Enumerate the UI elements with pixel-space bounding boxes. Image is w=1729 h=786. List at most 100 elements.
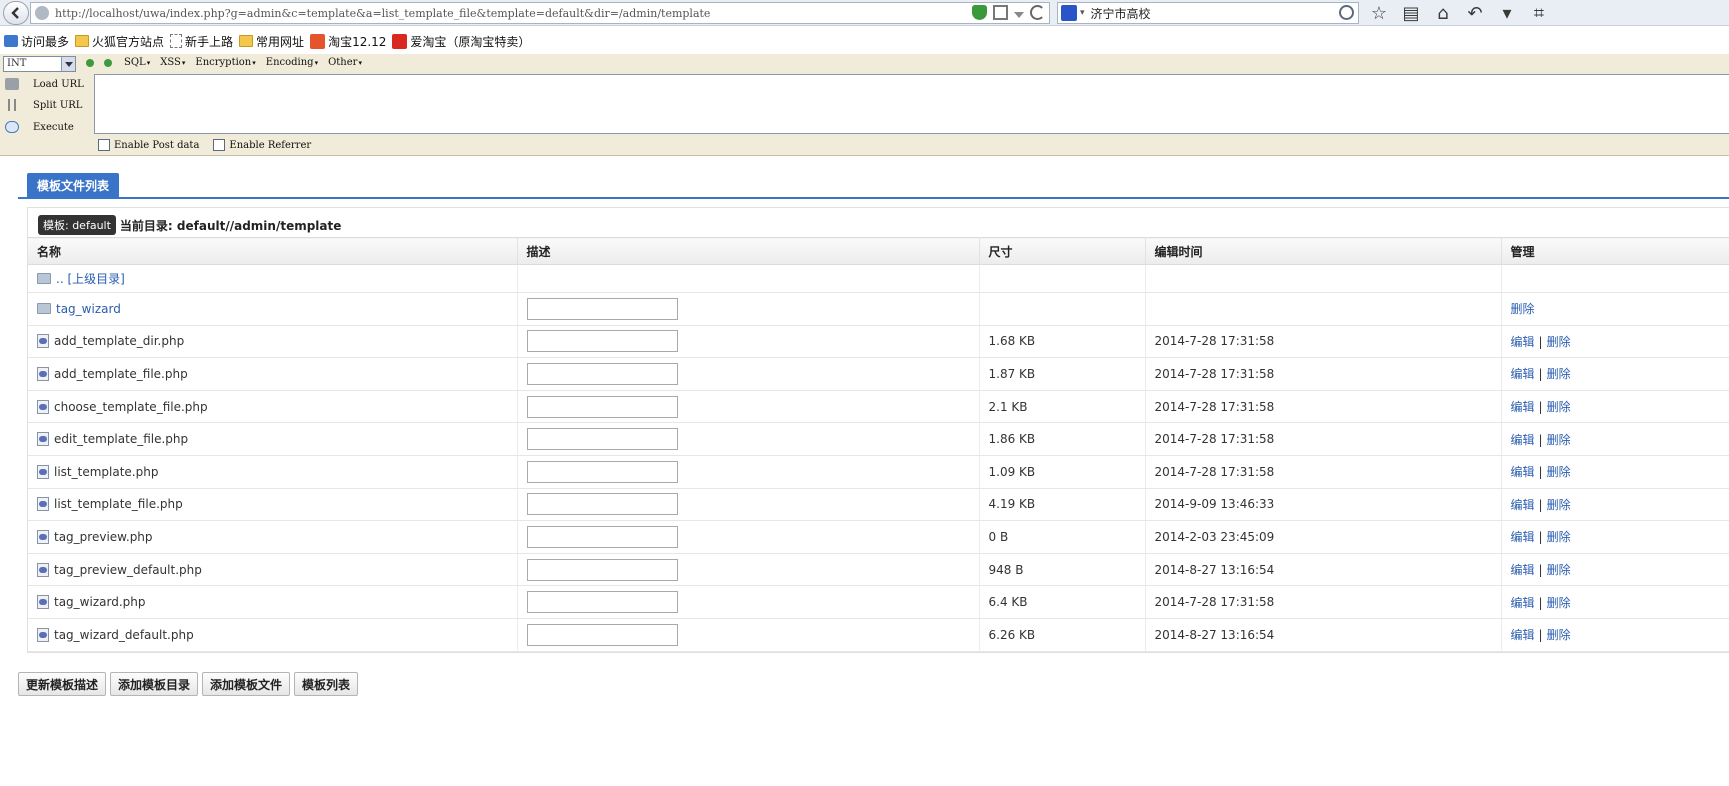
edit-link[interactable]: 编辑 [1511, 596, 1535, 610]
description-input[interactable] [526, 460, 678, 483]
magnifier-icon[interactable] [1339, 5, 1354, 20]
url-text[interactable]: http://localhost/uwa/index.php?g=admin&c… [55, 7, 710, 20]
description-input[interactable] [526, 623, 678, 646]
php-file-icon [37, 529, 49, 544]
manage-cell [1501, 264, 1729, 293]
size-cell: 1.68 KB [979, 325, 1146, 359]
search-engine-icon[interactable] [1061, 5, 1077, 21]
description-input[interactable] [526, 330, 678, 353]
bookmark-taobao[interactable]: 淘宝12.12 [310, 33, 386, 50]
file-name[interactable]: tag_wizard [56, 302, 121, 316]
separator: | [1538, 497, 1543, 512]
edit-link[interactable]: 编辑 [1511, 498, 1535, 512]
current-directory: 当前目录: default//admin/template [119, 218, 342, 233]
parent-dir-link[interactable]: .. [上级目录] [56, 270, 125, 287]
search-input[interactable]: 济宁市高校 [1091, 5, 1151, 22]
bookmark-getting-started[interactable]: 新手上路 [170, 33, 233, 50]
description-input[interactable] [526, 591, 678, 614]
column-edit-time: 编辑时间 [1145, 237, 1502, 265]
delete-link[interactable]: 删除 [1547, 628, 1571, 642]
add-template-dir-button[interactable]: 添加模板目录 [110, 672, 199, 696]
menu-xss[interactable]: XSS [160, 57, 185, 68]
hackbar-select-value: INT [7, 58, 27, 69]
description-input[interactable] [526, 297, 678, 320]
hackbar-url-textarea[interactable] [94, 74, 1729, 134]
delete-link[interactable]: 删除 [1547, 596, 1571, 610]
load-url-button[interactable]: Load URL [5, 78, 84, 90]
php-file-icon [37, 399, 49, 414]
minus-icon[interactable] [86, 59, 94, 67]
delete-link[interactable]: 删除 [1547, 530, 1571, 544]
edit-link[interactable]: 编辑 [1511, 335, 1535, 349]
time-cell: 2014-7-28 17:31:58 [1145, 390, 1502, 424]
delete-link[interactable]: 删除 [1547, 400, 1571, 414]
description-input[interactable] [526, 525, 678, 548]
checkbox-box[interactable] [98, 139, 110, 151]
delete-link[interactable]: 删除 [1511, 302, 1535, 316]
crop-icon[interactable]: ⌗ [1528, 3, 1550, 24]
dropdown-arrow-icon[interactable] [1014, 11, 1024, 18]
undo-icon[interactable]: ↶ [1464, 3, 1486, 24]
shield-icon[interactable] [972, 5, 987, 20]
reload-icon[interactable] [1030, 5, 1045, 20]
delete-link[interactable]: 删除 [1547, 498, 1571, 512]
delete-link[interactable]: 删除 [1547, 335, 1571, 349]
edit-link[interactable]: 编辑 [1511, 433, 1535, 447]
bookmark-firefox-site[interactable]: 火狐官方站点 [75, 33, 164, 50]
time-cell: 2014-8-27 13:16:54 [1145, 618, 1502, 652]
desc-cell [517, 357, 980, 391]
back-button[interactable] [3, 1, 29, 25]
delete-link[interactable]: 删除 [1547, 465, 1571, 479]
chevron-down-icon[interactable]: ▾ [1496, 3, 1518, 24]
chevron-down-icon[interactable]: ▾ [1080, 8, 1085, 18]
description-input[interactable] [526, 428, 678, 451]
size-cell [979, 292, 1146, 326]
edit-link[interactable]: 编辑 [1511, 465, 1535, 479]
edit-link[interactable]: 编辑 [1511, 563, 1535, 577]
update-description-button[interactable]: 更新模板描述 [18, 672, 107, 696]
menu-sql[interactable]: SQL [124, 57, 150, 68]
reading-list-icon[interactable]: ▤ [1400, 3, 1422, 24]
description-input[interactable] [526, 395, 678, 418]
edit-link[interactable]: 编辑 [1511, 400, 1535, 414]
description-input[interactable] [526, 558, 678, 581]
star-icon[interactable]: ☆ [1368, 3, 1390, 24]
load-url-icon [5, 78, 19, 90]
search-bar[interactable]: ▾ 济宁市高校 [1057, 2, 1359, 24]
template-list-button[interactable]: 模板列表 [294, 672, 359, 696]
description-input[interactable] [526, 362, 678, 385]
delete-link[interactable]: 删除 [1547, 563, 1571, 577]
name-cell: add_template_dir.php [28, 325, 518, 359]
delete-link[interactable]: 删除 [1547, 367, 1571, 381]
desc-cell [517, 292, 980, 326]
hackbar-type-select[interactable]: INT [3, 56, 76, 72]
qr-code-icon[interactable] [993, 5, 1008, 20]
description-input[interactable] [526, 493, 678, 516]
checkbox-box[interactable] [213, 139, 226, 151]
size-cell: 1.09 KB [979, 455, 1146, 489]
add-template-file-button[interactable]: 添加模板文件 [202, 672, 291, 696]
name-cell: tag_wizard_default.php [28, 618, 518, 652]
enable-referrer-checkbox[interactable]: Enable Referrer [213, 139, 311, 151]
tab-template-files[interactable]: 模板文件列表 [27, 173, 120, 199]
separator: | [1538, 465, 1543, 480]
menu-other[interactable]: Other [328, 57, 362, 68]
bookmark-common-sites[interactable]: 常用网址 [239, 33, 304, 50]
plus-icon[interactable] [104, 59, 112, 67]
edit-link[interactable]: 编辑 [1511, 530, 1535, 544]
bookmark-most-visited[interactable]: 访问最多 [4, 33, 69, 50]
home-icon[interactable]: ⌂ [1432, 3, 1454, 24]
split-url-button[interactable]: Split URL [5, 99, 82, 111]
time-cell: 2014-7-28 17:31:58 [1145, 455, 1502, 489]
menu-encoding[interactable]: Encoding [266, 57, 318, 68]
enable-post-data-checkbox[interactable]: Enable Post data [98, 139, 199, 151]
bookmark-ai-taobao[interactable]: 爱淘宝（原淘宝特卖） [392, 33, 530, 50]
url-bar[interactable]: http://localhost/uwa/index.php?g=admin&c… [30, 2, 1050, 24]
execute-button[interactable]: Execute [5, 121, 74, 133]
edit-link[interactable]: 编辑 [1511, 367, 1535, 381]
delete-link[interactable]: 删除 [1547, 433, 1571, 447]
folder-icon [239, 35, 254, 47]
edit-link[interactable]: 编辑 [1511, 628, 1535, 642]
chevron-down-icon[interactable] [61, 57, 75, 71]
menu-encryption[interactable]: Encryption [195, 57, 255, 68]
